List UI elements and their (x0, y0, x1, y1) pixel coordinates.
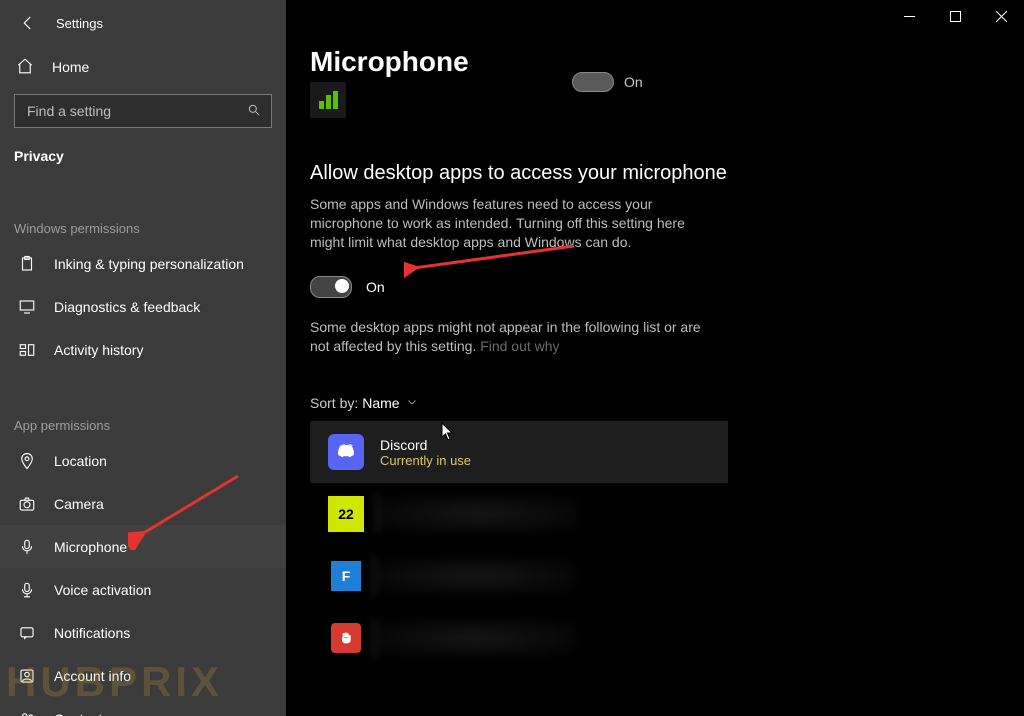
find-out-why-link[interactable]: Find out why (480, 338, 559, 354)
chevron-down-icon (406, 395, 418, 411)
previous-toggle-label: On (624, 74, 643, 90)
app-row[interactable]: F (310, 545, 728, 607)
window-controls (572, 0, 1024, 32)
sidebar-item-label: Camera (54, 496, 104, 512)
sidebar-item-label: Location (54, 453, 107, 469)
location-icon (16, 452, 38, 470)
sidebar-item-diagnostics[interactable]: Diagnostics & feedback (0, 285, 286, 328)
search-box[interactable] (14, 94, 272, 128)
sidebar-item-contacts[interactable]: Contacts (0, 697, 286, 716)
sidebar-item-account[interactable]: Account info (0, 654, 286, 697)
group-windows-permissions: Windows permissions (0, 200, 286, 242)
redacted-label (376, 496, 578, 532)
sidebar-item-location[interactable]: Location (0, 439, 286, 482)
sidebar-item-label: Voice activation (54, 582, 151, 598)
tile-text: F (342, 568, 351, 584)
sidebar-item-inking[interactable]: Inking & typing personalization (0, 242, 286, 285)
sidebar-item-label: Contacts (54, 711, 109, 716)
microphone-icon (16, 538, 38, 556)
sidebar-item-label: Activity history (54, 342, 143, 358)
sort-value: Name (362, 395, 399, 411)
camera-icon (16, 495, 38, 513)
app-row[interactable] (310, 607, 728, 669)
app-name: Discord (380, 437, 471, 453)
sidebar-item-label: Inking & typing personalization (54, 256, 244, 272)
sidebar-item-label: Account info (54, 668, 131, 684)
sidebar-item-activity[interactable]: Activity history (0, 328, 286, 371)
close-button[interactable] (978, 0, 1024, 32)
sort-label: Sort by: (310, 395, 358, 411)
sidebar-item-notifications[interactable]: Notifications (0, 611, 286, 654)
group-app-permissions: App permissions (0, 397, 286, 439)
discord-icon (328, 434, 364, 470)
toggle-label: On (366, 279, 385, 295)
home-label: Home (52, 59, 89, 75)
notification-icon (16, 624, 38, 642)
redacted-label (373, 620, 575, 656)
feedback-icon (16, 298, 38, 316)
desktop-apps-list: Discord Currently in use 22 F (310, 421, 1000, 669)
main-panel: Microphone On Allow desktop apps to acce… (286, 0, 1024, 716)
sidebar-item-microphone[interactable]: Microphone (0, 525, 286, 568)
clipboard-icon (16, 255, 38, 273)
account-icon (16, 667, 38, 685)
app-tile-icon: 22 (328, 496, 364, 532)
voice-icon (16, 581, 38, 599)
settings-sidebar: Settings Home Privacy Windows permission… (0, 0, 286, 716)
sidebar-item-label: Diagnostics & feedback (54, 299, 200, 315)
maximize-button[interactable] (932, 0, 978, 32)
app-tile-icon: F (331, 561, 361, 591)
back-button[interactable] (14, 9, 42, 37)
window-title: Settings (56, 16, 103, 31)
minimize-button[interactable] (886, 0, 932, 32)
section-description: Some apps and Windows features need to a… (310, 195, 710, 252)
previous-app-row: On (310, 78, 1000, 122)
xbox-game-bar-icon (310, 82, 346, 118)
sidebar-home[interactable]: Home (0, 46, 286, 88)
sidebar-item-camera[interactable]: Camera (0, 482, 286, 525)
history-icon (16, 341, 38, 359)
app-row-discord[interactable]: Discord Currently in use (310, 421, 728, 483)
search-input[interactable] (25, 102, 229, 120)
home-icon (16, 57, 38, 78)
tile-text: 22 (338, 506, 354, 522)
redacted-label (373, 558, 575, 594)
sidebar-item-label: Microphone (54, 539, 127, 555)
contacts-icon (16, 710, 38, 716)
sort-by-dropdown[interactable]: Sort by: Name (310, 395, 1000, 411)
sidebar-item-label: Notifications (54, 625, 130, 641)
note-text: Some desktop apps might not appear in th… (310, 318, 710, 356)
desktop-apps-toggle[interactable] (310, 276, 352, 298)
app-row[interactable]: 22 (310, 483, 728, 545)
app-tile-icon (331, 623, 361, 653)
search-icon (247, 103, 261, 120)
previous-app-toggle[interactable] (572, 72, 614, 92)
section-title: Allow desktop apps to access your microp… (310, 162, 1000, 185)
sidebar-item-voice[interactable]: Voice activation (0, 568, 286, 611)
page-title: Microphone (310, 46, 1000, 78)
app-status: Currently in use (380, 453, 471, 468)
category-label: Privacy (0, 138, 286, 174)
